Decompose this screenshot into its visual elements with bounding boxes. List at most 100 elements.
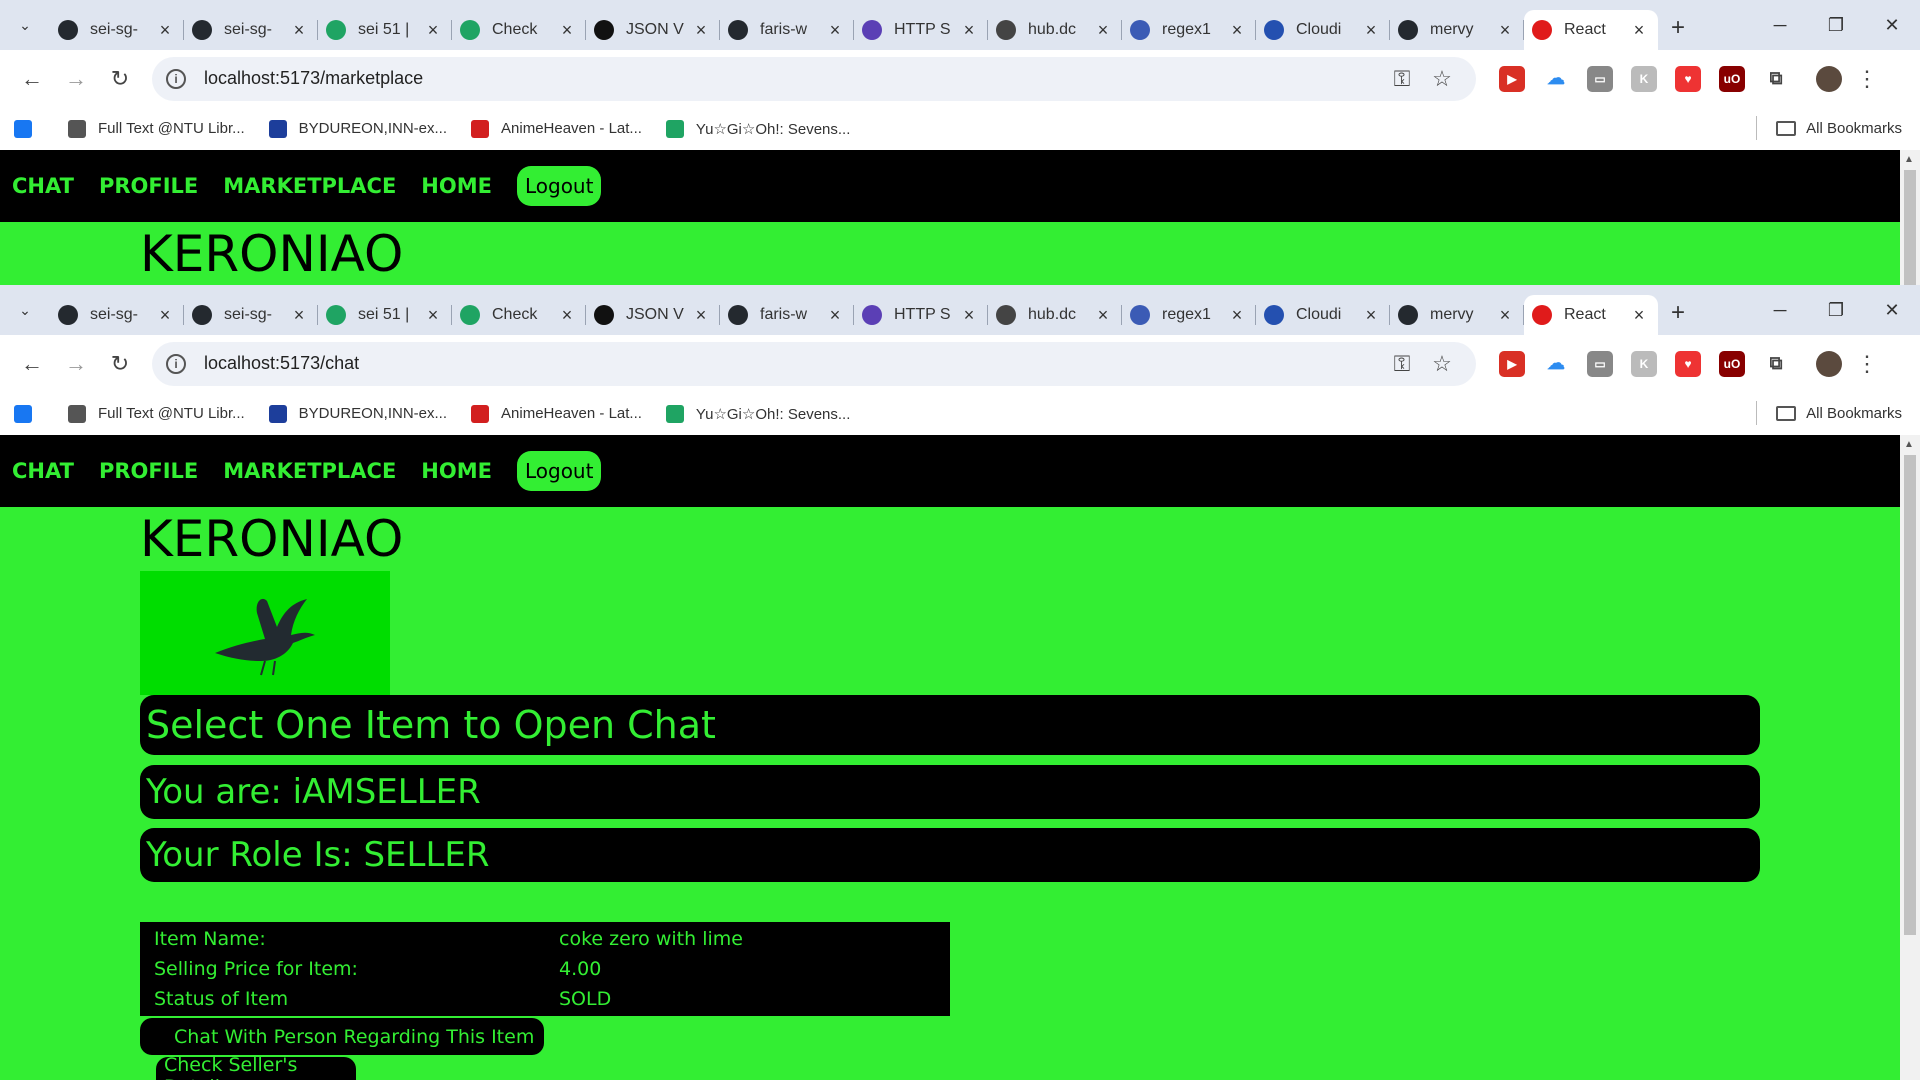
extension-grey-icon[interactable]: ▭ <box>1587 350 1613 377</box>
new-tab-button[interactable]: + <box>1658 299 1698 327</box>
tab-close-icon[interactable]: × <box>1094 305 1112 326</box>
nav-profile[interactable]: PROFILE <box>99 459 198 483</box>
back-button[interactable]: ← <box>10 57 54 101</box>
tab-close-icon[interactable]: × <box>1228 20 1246 41</box>
browser-tab[interactable]: Check × <box>452 295 586 335</box>
close-window-icon[interactable]: ✕ <box>1864 285 1920 335</box>
tab-close-icon[interactable]: × <box>1228 305 1246 326</box>
bookmark-item[interactable]: Yu☆Gi☆Oh!: Sevens... <box>665 119 850 138</box>
tab-close-icon[interactable]: × <box>424 305 442 326</box>
browser-tab[interactable]: faris-w × <box>720 10 854 50</box>
tab-close-icon[interactable]: × <box>558 20 576 41</box>
browser-tab[interactable]: mervy × <box>1390 295 1524 335</box>
tab-close-icon[interactable]: × <box>290 20 308 41</box>
browser-tab[interactable]: mervy × <box>1390 10 1524 50</box>
scrollbar-thumb[interactable] <box>1904 170 1916 285</box>
extension-pocket-icon[interactable]: ♥ <box>1675 65 1701 92</box>
scrollbar-thumb[interactable] <box>1904 455 1916 935</box>
site-info-icon[interactable]: i <box>166 68 186 89</box>
password-key-icon[interactable]: ⚿ <box>1382 66 1422 92</box>
extension-red-icon[interactable]: ▶ <box>1499 65 1525 92</box>
bookmark-item[interactable] <box>14 404 44 423</box>
browser-tab[interactable]: sei-sg- × <box>184 10 318 50</box>
forward-button[interactable]: → <box>54 57 98 101</box>
browser-tab[interactable]: JSON V × <box>586 295 720 335</box>
browser-tab[interactable]: Cloudi × <box>1256 295 1390 335</box>
bookmark-item[interactable]: AnimeHeaven - Lat... <box>471 119 642 138</box>
minimize-icon[interactable]: ─ <box>1752 0 1808 50</box>
extension-k-icon[interactable]: K <box>1631 65 1657 92</box>
tab-close-icon[interactable]: × <box>156 20 174 41</box>
logout-button[interactable]: Logout <box>516 166 602 206</box>
bookmark-star-icon[interactable]: ☆ <box>1422 66 1462 92</box>
tab-close-icon[interactable]: × <box>826 20 844 41</box>
logout-button[interactable]: Logout <box>516 451 602 491</box>
bookmark-item[interactable] <box>14 119 44 138</box>
browser-tab[interactable]: hub.dc × <box>988 10 1122 50</box>
tab-close-icon[interactable]: × <box>826 305 844 326</box>
browser-tab[interactable]: React × <box>1524 295 1658 335</box>
browser-tab[interactable]: sei 51 | × <box>318 10 452 50</box>
new-tab-button[interactable]: + <box>1658 14 1698 42</box>
extension-red-icon[interactable]: ▶ <box>1499 350 1525 377</box>
password-key-icon[interactable]: ⚿ <box>1382 351 1422 377</box>
scroll-up-icon[interactable]: ▲ <box>1904 154 1914 165</box>
tab-search-button[interactable]: ⌄ <box>0 0 50 50</box>
bookmark-item[interactable]: Full Text @NTU Libr... <box>68 119 245 138</box>
reload-button[interactable]: ↻ <box>98 57 142 101</box>
tab-close-icon[interactable]: × <box>960 305 978 326</box>
site-info-icon[interactable]: i <box>166 353 186 374</box>
tab-close-icon[interactable]: × <box>1362 305 1380 326</box>
nav-profile[interactable]: PROFILE <box>99 174 198 198</box>
back-button[interactable]: ← <box>10 342 54 386</box>
browser-menu-icon[interactable]: ⋮ <box>1852 66 1882 92</box>
tab-close-icon[interactable]: × <box>156 305 174 326</box>
tab-close-icon[interactable]: × <box>1630 20 1648 41</box>
extension-grey-icon[interactable]: ▭ <box>1587 65 1613 92</box>
tab-close-icon[interactable]: × <box>424 20 442 41</box>
tab-close-icon[interactable]: × <box>558 305 576 326</box>
profile-avatar[interactable] <box>1816 65 1842 92</box>
extensions-puzzle-icon[interactable]: ⧉ <box>1763 65 1789 92</box>
ublock-icon[interactable]: uO <box>1719 65 1745 92</box>
extension-k-icon[interactable]: K <box>1631 350 1657 377</box>
url-text[interactable]: localhost:5173/marketplace <box>204 68 1382 89</box>
tab-close-icon[interactable]: × <box>1496 305 1514 326</box>
reload-button[interactable]: ↻ <box>98 342 142 386</box>
ublock-icon[interactable]: uO <box>1719 350 1745 377</box>
check-seller-details-button[interactable]: Check Seller's Details <box>156 1054 356 1080</box>
browser-tab[interactable]: Cloudi × <box>1256 10 1390 50</box>
nav-home[interactable]: HOME <box>421 459 492 483</box>
scroll-up-icon[interactable]: ▲ <box>1904 439 1914 450</box>
bookmark-star-icon[interactable]: ☆ <box>1422 351 1462 377</box>
close-window-icon[interactable]: ✕ <box>1864 0 1920 50</box>
nav-chat[interactable]: CHAT <box>12 459 74 483</box>
address-bar[interactable]: i localhost:5173/chat ⚿ ☆ <box>152 341 1476 386</box>
restore-icon[interactable]: ❐ <box>1808 0 1864 50</box>
bookmark-item[interactable]: AnimeHeaven - Lat... <box>471 404 642 423</box>
nav-chat[interactable]: CHAT <box>12 174 74 198</box>
tab-close-icon[interactable]: × <box>692 305 710 326</box>
browser-tab[interactable]: sei 51 | × <box>318 295 452 335</box>
cloud-extension-icon[interactable]: ☁ <box>1543 65 1569 92</box>
scrollbar[interactable]: ▲ <box>1900 435 1920 1080</box>
nav-marketplace[interactable]: MARKETPLACE <box>223 459 396 483</box>
address-bar[interactable]: i localhost:5173/marketplace ⚿ ☆ <box>152 56 1476 101</box>
restore-icon[interactable]: ❐ <box>1808 285 1864 335</box>
browser-tab[interactable]: HTTP S × <box>854 295 988 335</box>
tab-close-icon[interactable]: × <box>290 305 308 326</box>
tab-close-icon[interactable]: × <box>960 20 978 41</box>
cloud-extension-icon[interactable]: ☁ <box>1543 350 1569 377</box>
browser-tab[interactable]: JSON V × <box>586 10 720 50</box>
minimize-icon[interactable]: ─ <box>1752 285 1808 335</box>
forward-button[interactable]: → <box>54 342 98 386</box>
tab-close-icon[interactable]: × <box>1362 20 1380 41</box>
nav-home[interactable]: HOME <box>421 174 492 198</box>
browser-tab[interactable]: React × <box>1524 10 1658 50</box>
bookmark-item[interactable]: Yu☆Gi☆Oh!: Sevens... <box>665 404 850 423</box>
browser-menu-icon[interactable]: ⋮ <box>1852 351 1882 377</box>
url-text[interactable]: localhost:5173/chat <box>204 353 1382 374</box>
extensions-puzzle-icon[interactable]: ⧉ <box>1763 350 1789 377</box>
browser-tab[interactable]: Check × <box>452 10 586 50</box>
browser-tab[interactable]: regex1 × <box>1122 10 1256 50</box>
